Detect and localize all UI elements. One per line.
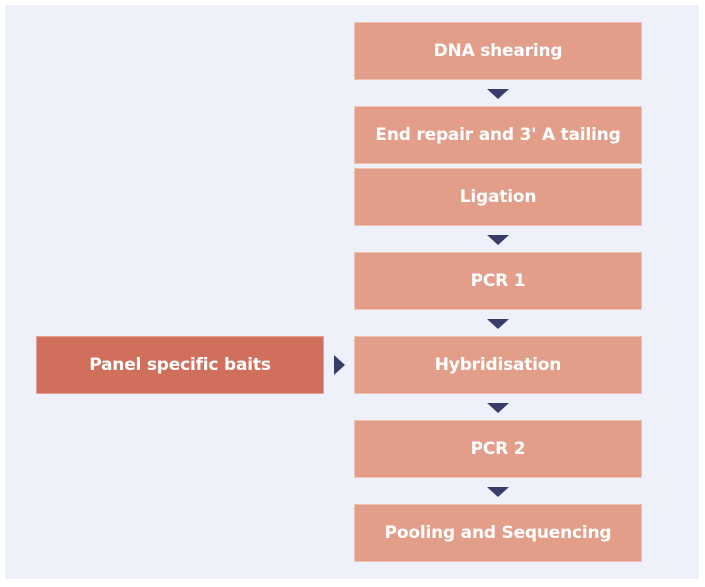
step-label: Pooling and Sequencing: [384, 523, 612, 543]
arrow-right-icon: [334, 355, 345, 375]
step-label: End repair and 3' A tailing: [375, 125, 621, 145]
arrow-down-icon: [487, 89, 509, 99]
side-input-panel-specific-baits: Panel specific baits: [36, 336, 324, 394]
step-dna-shearing: DNA shearing: [354, 22, 642, 80]
step-label: DNA shearing: [433, 41, 563, 61]
arrow-down-icon: [487, 235, 509, 245]
step-hybridisation: Hybridisation: [354, 336, 642, 394]
step-pooling-sequencing: Pooling and Sequencing: [354, 504, 642, 562]
step-label: PCR 1: [470, 271, 526, 291]
arrow-down-icon: [487, 319, 509, 329]
arrow-down-icon: [487, 403, 509, 413]
step-pcr-2: PCR 2: [354, 420, 642, 478]
step-end-repair: End repair and 3' A tailing: [354, 106, 642, 164]
step-pcr-1: PCR 1: [354, 252, 642, 310]
step-label: PCR 2: [470, 439, 526, 459]
step-label: Hybridisation: [434, 355, 562, 375]
step-label: Ligation: [459, 187, 537, 207]
step-ligation: Ligation: [354, 168, 642, 226]
arrow-down-icon: [487, 487, 509, 497]
side-input-label: Panel specific baits: [89, 355, 271, 375]
